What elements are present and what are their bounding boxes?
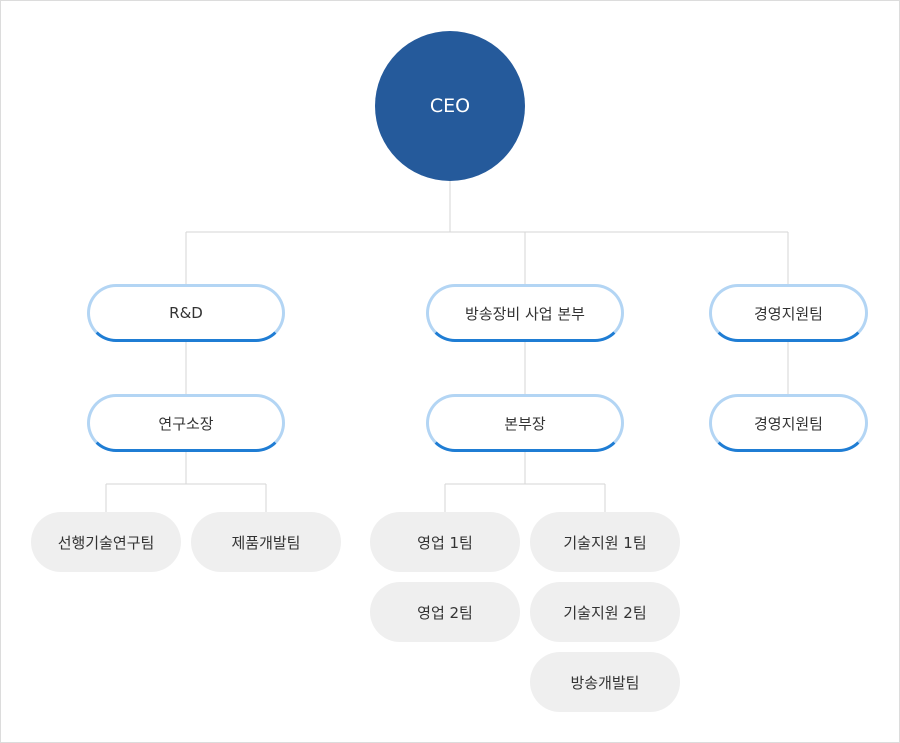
tech-support-team-2: 기술지원 2팀: [530, 582, 680, 642]
management-support-node: 경영지원팀: [709, 284, 868, 342]
lab-director-node: 연구소장: [87, 394, 285, 452]
product-development-team: 제품개발팀: [191, 512, 341, 572]
ceo-node: CEO: [375, 31, 525, 181]
division-head-node: 본부장: [426, 394, 624, 452]
sales-team-2: 영업 2팀: [370, 582, 520, 642]
sales-team-1: 영업 1팀: [370, 512, 520, 572]
rnd-node: R&D: [87, 284, 285, 342]
org-chart: CEO R&D 방송장비 사업 본부 경영지원팀 연구소장 본부장 경영지원팀 …: [0, 0, 900, 743]
tech-support-team-1: 기술지원 1팀: [530, 512, 680, 572]
management-support-team-node: 경영지원팀: [709, 394, 868, 452]
broadcast-division-node: 방송장비 사업 본부: [426, 284, 624, 342]
advanced-research-team: 선행기술연구팀: [31, 512, 181, 572]
broadcast-development-team: 방송개발팀: [530, 652, 680, 712]
